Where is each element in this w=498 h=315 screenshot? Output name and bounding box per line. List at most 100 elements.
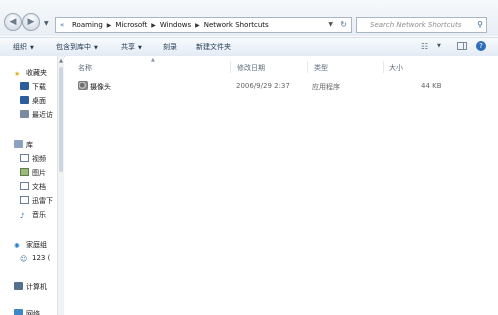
star-icon: ★ (14, 70, 21, 78)
library-icon (14, 140, 23, 148)
new-folder-button[interactable]: 新建文件夹 (196, 42, 231, 52)
change-view-icon[interactable]: ☷ (421, 42, 428, 51)
nav-item-videos[interactable]: 视频 (20, 154, 46, 164)
chevron-down-icon: ▼ (138, 45, 142, 51)
nav-favorites[interactable]: ★ 收藏夹 (14, 68, 47, 78)
file-size: 44 KB (421, 82, 442, 90)
file-row[interactable]: 摄像头 2006/9/29 2:37 应用程序 44 KB (75, 80, 495, 92)
folder-icon: « (60, 21, 65, 29)
burn-button[interactable]: 刻录 (163, 42, 177, 52)
column-divider[interactable] (383, 61, 384, 73)
search-input[interactable]: Search Network Shortcuts ⚲ (356, 17, 487, 33)
burn-label: 刻录 (163, 43, 177, 51)
nav-item-music[interactable]: ♪ 音乐 (20, 210, 46, 220)
chevron-down-icon: ▼ (30, 45, 34, 51)
nav-libraries-label: 库 (26, 141, 33, 149)
breadcrumb-item[interactable]: Windows (160, 21, 191, 29)
back-arrow-icon: ◀ (9, 17, 17, 27)
music-note-icon: ♪ (20, 212, 25, 220)
address-toolbar: ◀ ▶ ▼ « Roaming ▶ Microsoft ▶ Windows ▶ Networ… (0, 0, 498, 36)
breadcrumb-item[interactable]: Network Shortcuts (204, 21, 269, 29)
breadcrumb-item[interactable]: Roaming (72, 21, 103, 29)
nav-item-label: 123 ( (32, 254, 51, 262)
nav-item-pictures[interactable]: 图片 (20, 168, 46, 178)
desktop-icon (20, 96, 29, 104)
forward-button[interactable]: ▶ (22, 13, 40, 31)
webcam-app-icon (78, 81, 88, 90)
chevron-down-icon: ▼ (94, 45, 98, 51)
videos-icon (20, 154, 29, 162)
forward-arrow-icon: ▶ (27, 17, 35, 27)
help-icon[interactable]: ? (476, 41, 486, 51)
nav-network-label: 网络 (26, 310, 40, 315)
file-list: 名称 ▲ 修改日期 类型 大小 摄像头 2006/9/29 2:37 应用程序 … (65, 56, 498, 315)
include-in-library-button[interactable]: 包含到库中 ▼ (56, 42, 98, 52)
column-divider[interactable] (230, 61, 231, 73)
scroll-up-icon[interactable]: ▲ (58, 58, 64, 64)
search-placeholder: Search Network Shortcuts (370, 21, 462, 29)
address-dropdown-icon[interactable]: ▼ (328, 21, 333, 28)
breadcrumb-separator-icon[interactable]: ▶ (151, 22, 156, 29)
nav-item-label: 音乐 (32, 211, 46, 219)
pictures-icon (20, 168, 29, 176)
nav-item-recent[interactable]: 最近访 (20, 110, 53, 120)
column-header-type[interactable]: 类型 (314, 63, 328, 73)
include-in-library-label: 包含到库中 (56, 43, 91, 51)
nav-item-documents[interactable]: 文档 (20, 182, 46, 192)
nav-favorites-label: 收藏夹 (26, 69, 47, 77)
preview-pane-icon[interactable] (457, 42, 467, 50)
share-button[interactable]: 共享 ▼ (121, 42, 142, 52)
nav-homegroup[interactable]: ✺ 家庭组 (14, 240, 47, 250)
back-button[interactable]: ◀ (4, 13, 22, 31)
sort-indicator-icon: ▲ (151, 57, 155, 63)
refresh-icon[interactable]: ↻ (340, 20, 347, 29)
nav-item-label: 文档 (32, 183, 46, 191)
column-header-size[interactable]: 大小 (389, 63, 403, 73)
address-bar[interactable]: « Roaming ▶ Microsoft ▶ Windows ▶ Network Shor… (55, 17, 352, 33)
navigation-scrollbar[interactable]: ▲ (57, 56, 64, 315)
nav-homegroup-label: 家庭组 (26, 241, 47, 249)
nav-libraries[interactable]: 库 (14, 140, 33, 150)
nav-item-label: 下载 (32, 83, 46, 91)
search-icon[interactable]: ⚲ (477, 20, 483, 29)
xunlei-downloads-icon (20, 196, 29, 204)
homegroup-icon: ✺ (14, 242, 20, 250)
documents-icon (20, 182, 29, 190)
nav-item-xunlei-downloads[interactable]: 迅雷下 (20, 196, 53, 206)
new-folder-label: 新建文件夹 (196, 43, 231, 51)
user-icon: ☺ (20, 255, 28, 263)
view-options-dropdown-icon[interactable]: ▼ (437, 43, 441, 49)
nav-item-label: 桌面 (32, 97, 46, 105)
nav-item-label: 图片 (32, 169, 46, 177)
nav-item-label: 迅雷下 (32, 197, 53, 205)
organize-label: 组织 (13, 43, 27, 51)
nav-item-homegroup-user[interactable]: ☺ 123 ( (20, 254, 50, 263)
column-header-name[interactable]: 名称 (78, 63, 92, 73)
nav-item-label: 视频 (32, 155, 46, 163)
downloads-folder-icon (20, 82, 29, 90)
recent-pages-dropdown[interactable]: ▼ (44, 20, 52, 28)
organize-menu-button[interactable]: 组织 ▼ (13, 42, 34, 52)
scrollbar-thumb[interactable] (59, 67, 63, 172)
network-icon (14, 309, 23, 315)
computer-icon (14, 282, 23, 290)
nav-item-downloads[interactable]: 下载 (20, 82, 46, 92)
nav-item-label: 最近访 (32, 111, 53, 119)
nav-computer[interactable]: 计算机 (14, 282, 47, 292)
file-name: 摄像头 (90, 83, 111, 91)
explorer-window: ◀ ▶ ▼ « Roaming ▶ Microsoft ▶ Windows ▶ Networ… (0, 0, 498, 315)
share-label: 共享 (121, 43, 135, 51)
nav-network[interactable]: 网络 (14, 309, 40, 315)
breadcrumb-separator-icon[interactable]: ▶ (195, 22, 200, 29)
column-header-date-modified[interactable]: 修改日期 (237, 63, 265, 73)
nav-item-desktop[interactable]: 桌面 (20, 96, 46, 106)
command-bar: 组织 ▼ 包含到库中 ▼ 共享 ▼ 刻录 新建文件夹 ☷ ▼ ? (0, 37, 498, 57)
file-date-modified: 2006/9/29 2:37 (236, 82, 290, 90)
breadcrumb-item[interactable]: Microsoft (115, 21, 147, 29)
breadcrumb-separator-icon[interactable]: ▶ (107, 22, 112, 29)
file-type: 应用程序 (312, 83, 340, 91)
navigation-pane: ★ 收藏夹 下载 桌面 最近访 库 视频 图片 文档 迅雷下 ♪ 音乐 ✺ 家庭组 (0, 56, 57, 315)
recent-places-icon (20, 110, 29, 118)
nav-computer-label: 计算机 (26, 283, 47, 291)
column-divider[interactable] (307, 61, 308, 73)
